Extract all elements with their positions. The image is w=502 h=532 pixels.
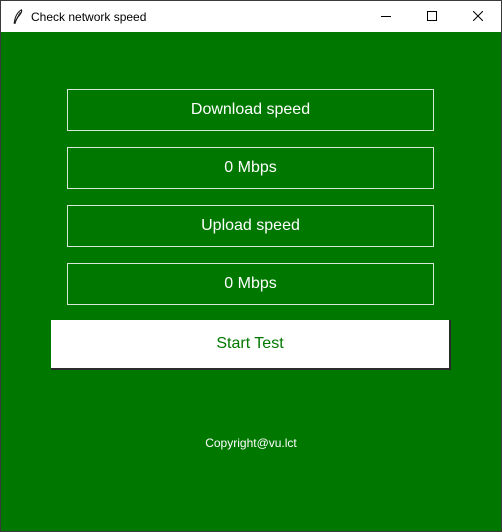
- download-speed-value: 0 Mbps: [67, 147, 434, 189]
- close-button[interactable]: [455, 1, 501, 32]
- minimize-button[interactable]: [363, 1, 409, 32]
- maximize-icon: [427, 8, 437, 26]
- copyright-text: Copyright@vu.lct: [205, 436, 297, 450]
- title-bar[interactable]: Check network speed: [1, 1, 501, 32]
- upload-speed-value: 0 Mbps: [67, 263, 434, 305]
- maximize-button[interactable]: [409, 1, 455, 32]
- feather-icon: [11, 9, 25, 25]
- close-icon: [472, 8, 484, 26]
- start-test-button[interactable]: Start Test: [51, 320, 451, 370]
- upload-speed-label: Upload speed: [67, 205, 434, 247]
- window-title: Check network speed: [31, 9, 147, 24]
- main-content: Download speed 0 Mbps Upload speed 0 Mbp…: [1, 32, 501, 531]
- download-speed-label: Download speed: [67, 89, 434, 131]
- app-window: Check network speed Download speed 0 Mbp…: [0, 0, 502, 532]
- window-controls: [363, 1, 501, 32]
- minimize-icon: [381, 8, 391, 26]
